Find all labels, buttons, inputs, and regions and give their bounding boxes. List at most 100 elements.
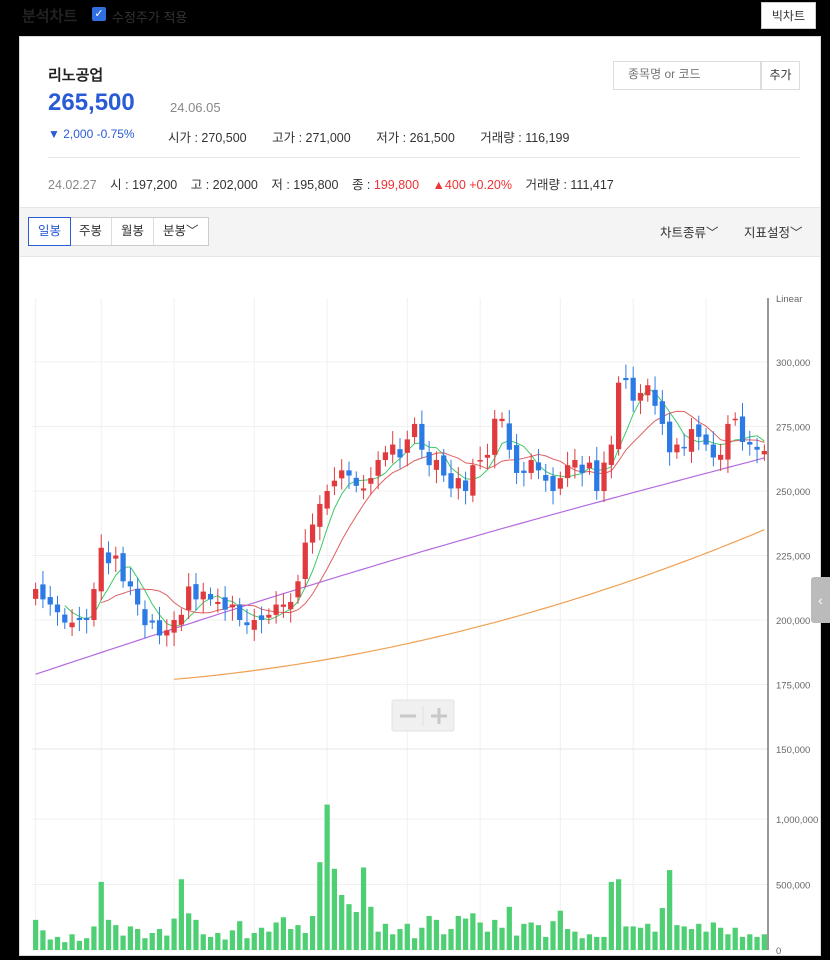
volume-bar	[215, 932, 221, 950]
candle-body	[601, 462, 607, 491]
divider	[48, 157, 800, 158]
adjusted-price-checkbox[interactable]: ✓	[92, 7, 106, 21]
price-tick-label: 250,000	[776, 487, 810, 498]
volume-bar	[433, 919, 440, 950]
info-change: ▲400 +0.20%	[432, 178, 512, 192]
candle-body	[426, 452, 432, 466]
volume-bar	[309, 915, 316, 950]
volume-bar	[76, 940, 82, 950]
stock-search-input[interactable]	[626, 66, 760, 82]
scale-label: Linear	[776, 294, 802, 305]
candle-body	[302, 542, 308, 579]
chart-type-dropdown[interactable]: 차트종류﹀	[660, 222, 719, 241]
candle-body	[186, 586, 192, 611]
candle-body	[113, 555, 119, 559]
chart-area[interactable]: 300,000 275,000 250,000 225,000 200,000 175,0…	[20, 256, 820, 960]
candle-body	[135, 588, 141, 605]
stock-name: 리노공업	[48, 67, 104, 84]
volume-bar	[615, 879, 622, 950]
volume-bar	[543, 936, 549, 950]
adjusted-price-label[interactable]: 수정주가 적용	[112, 7, 187, 26]
tab-minute[interactable]: 분봉﹀	[154, 218, 208, 245]
candle-body	[718, 454, 724, 460]
candle-body	[688, 429, 695, 452]
candle-body	[324, 491, 330, 509]
tab-daily[interactable]: 일봉	[28, 217, 72, 246]
volume-bar	[149, 932, 155, 950]
crosshair-info-row: 24.02.27 시 : 197,200 고 : 202,000 저 : 195…	[48, 174, 624, 193]
info-high: 고 : 202,000	[190, 178, 258, 192]
volume-bar	[207, 936, 214, 950]
price-tick-label: 175,000	[776, 681, 810, 692]
candle-body	[419, 423, 425, 450]
info-close-label: 종 :	[351, 178, 371, 192]
candle-body	[193, 584, 199, 600]
volume-bar	[564, 929, 571, 950]
open-price: 시가 : 270,500	[168, 131, 247, 145]
price-tick-label: 300,000	[776, 358, 810, 369]
volume-bar	[244, 938, 250, 950]
candle-body	[725, 423, 731, 460]
candle-body	[761, 451, 767, 455]
candle-body	[404, 439, 410, 453]
candle-body	[127, 581, 133, 587]
big-chart-button[interactable]: 빅차트	[760, 2, 816, 29]
candle-body	[91, 589, 97, 620]
candle-body	[674, 444, 680, 453]
candle-body	[251, 620, 257, 630]
volume-bar	[499, 927, 505, 950]
candle-body	[200, 591, 206, 600]
candle-body	[280, 604, 287, 607]
volume-bar	[54, 936, 61, 950]
volume-bar	[703, 931, 709, 950]
add-button[interactable]: 추가	[761, 61, 800, 90]
volume-bar	[237, 921, 243, 950]
candle-body	[754, 446, 760, 450]
volume-bar	[222, 939, 228, 950]
volume-bar	[601, 936, 607, 950]
volume-bar	[674, 925, 680, 950]
tab-monthly[interactable]: 월봉	[112, 218, 155, 245]
chart-toolbar: 일봉 주봉 월봉 분봉﹀ 차트종류﹀ 지표설정﹀	[20, 207, 820, 257]
candle-body	[164, 630, 170, 636]
volume-bar	[608, 881, 614, 950]
volume-bar	[448, 929, 454, 950]
candle-body	[229, 604, 236, 608]
volume-bar	[91, 926, 97, 950]
volume-bar	[645, 923, 651, 950]
volume-bar	[62, 942, 68, 950]
stock-chart-svg[interactable]: 300,000 275,000 250,000 225,000 200,000 175,0…	[20, 256, 820, 960]
candle-body	[178, 614, 185, 625]
volume-bar	[732, 927, 738, 950]
volume-bar	[441, 934, 447, 950]
side-collapse-tab[interactable]: ‹	[811, 577, 830, 623]
candle-body	[564, 465, 571, 479]
candle-body	[747, 441, 753, 445]
info-volume: 거래량 : 111,417	[525, 178, 614, 192]
volume-bar	[718, 927, 724, 950]
candle-body	[69, 622, 75, 628]
volume-bar	[113, 925, 119, 950]
volume-bar	[346, 904, 352, 950]
candle-body	[215, 601, 221, 605]
volume-bar	[623, 926, 629, 950]
volume-bar	[761, 934, 767, 950]
indicator-settings-dropdown[interactable]: 지표설정﹀	[744, 222, 803, 241]
tab-weekly[interactable]: 주봉	[70, 218, 113, 245]
candle-body	[331, 480, 338, 487]
candle-body	[681, 446, 687, 449]
volume-bar	[266, 931, 272, 950]
candle-body	[62, 614, 68, 623]
volume-bar	[681, 926, 687, 950]
zoom-control[interactable]	[391, 699, 455, 732]
candle-body	[543, 475, 549, 481]
price-tick-label: 275,000	[776, 423, 810, 434]
volume-bar	[492, 919, 498, 950]
candle-body	[594, 460, 600, 491]
price-tick-label: 150,000	[776, 745, 810, 756]
candle-body	[550, 476, 556, 491]
volume-bar	[506, 906, 512, 950]
analysis-chart-title: 분석차트	[22, 8, 78, 25]
volume-bar	[375, 931, 381, 950]
volume-bar	[295, 925, 301, 950]
